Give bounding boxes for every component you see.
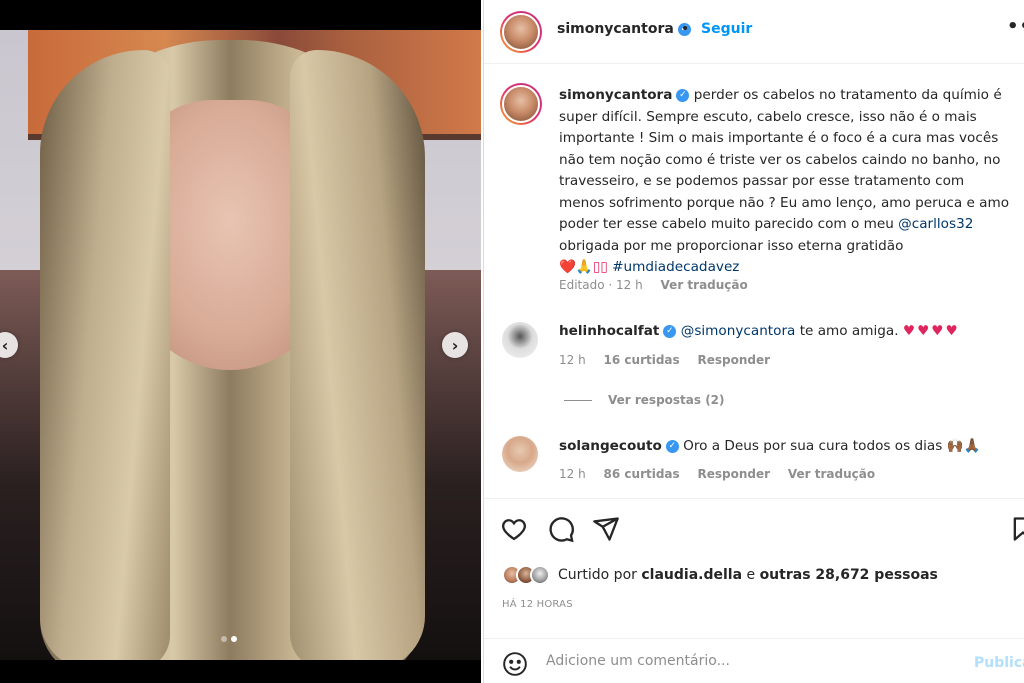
caption-time[interactable]: 12 h [616, 278, 643, 292]
liker-avatar[interactable] [530, 565, 550, 585]
post-actions: Curtido por claudia.della e outras 28,67… [484, 498, 1024, 618]
liked-by-prefix: Curtido por [558, 567, 637, 583]
media-top-bar [0, 0, 481, 30]
comment-text: solangecouto ✓ Oro a Deus por sua cura to… [559, 438, 999, 454]
caption-text: simonycantora ✓ perder os cabelos no trat… [559, 85, 1014, 279]
comment-username[interactable]: helinhocalfat [559, 323, 659, 339]
comment-mention[interactable]: @simonycantora [681, 323, 796, 339]
more-options-icon[interactable]: •• [1007, 16, 1024, 37]
verified-icon: ✓ [665, 439, 679, 453]
author-avatar[interactable] [500, 11, 542, 53]
carousel-dot [221, 636, 227, 642]
reply-button[interactable]: Responder [698, 467, 771, 481]
comment-likes[interactable]: 16 curtidas [604, 353, 680, 367]
comment-username[interactable]: solangecouto [559, 438, 662, 454]
caption-body-1: perder os cabelos no tratamento da quími… [559, 87, 1010, 232]
post-time-ago[interactable]: HÁ 12 HORAS [502, 599, 573, 610]
comment-body: Oro a Deus por sua cura todos os dias 🙌🏾… [683, 438, 981, 454]
view-replies-button[interactable]: Ver respostas (2) [564, 393, 725, 407]
liked-by-others[interactable]: outras 28,672 pessoas [760, 567, 938, 583]
verified-icon: ✓ [676, 88, 690, 102]
post-header: simonycantora✓ • Seguir •• [484, 0, 1024, 64]
comment-body: te amo amiga. [795, 323, 903, 339]
comment-hearts: ♥♥♥♥ [902, 323, 960, 339]
commenter-avatar[interactable] [502, 322, 538, 358]
share-icon[interactable] [592, 515, 620, 543]
comment-input[interactable] [546, 653, 946, 669]
carousel-dot-active [231, 636, 237, 642]
media-bottom-bar [0, 660, 481, 683]
caption-mention[interactable]: @carllos32 [898, 216, 973, 232]
caption-avatar[interactable] [500, 83, 542, 125]
liked-by-row: Curtido por claudia.della e outras 28,67… [502, 565, 938, 585]
post-photo [0, 30, 481, 660]
comments-section[interactable]: simonycantora ✓ perder os cabelos no trat… [484, 65, 1024, 497]
post-media: ‹ › [0, 0, 481, 683]
commenter-avatar[interactable] [502, 436, 538, 472]
caption-hashtag[interactable]: #umdiadecadavez [612, 259, 739, 275]
follow-button[interactable]: Seguir [701, 21, 752, 37]
reply-button[interactable]: Responder [698, 353, 771, 367]
carousel-next-button[interactable]: › [442, 332, 468, 358]
heart-icon[interactable] [500, 515, 528, 543]
liked-by-user[interactable]: claudia.della [641, 567, 742, 583]
add-comment-bar: Publica [484, 638, 1024, 683]
verified-icon: ✓ [663, 324, 677, 338]
comment-meta: 12 h 86 curtidas Responder Ver tradução [559, 467, 889, 481]
comment-text: helinhocalfat ✓ @simonycantora te amo ami… [559, 323, 999, 339]
caption-body-2: obrigada por me proporcionar isso eterna… [559, 237, 904, 254]
post-details-panel: simonycantora✓ • Seguir •• simonycantora… [483, 0, 1024, 683]
edited-label: Editado [559, 278, 605, 292]
caption-translate-button[interactable]: Ver tradução [661, 278, 748, 292]
caption-emojis: ❤️🙏▯▯ [559, 259, 608, 275]
comment-meta: 12 h 16 curtidas Responder [559, 353, 784, 367]
publish-button[interactable]: Publica [974, 655, 1024, 671]
liked-by-text: Curtido por claudia.della e outras 28,67… [558, 567, 938, 583]
emoji-picker-icon[interactable] [502, 651, 528, 677]
comment-time[interactable]: 12 h [559, 353, 586, 367]
author-username-text[interactable]: simonycantora [557, 21, 674, 37]
comment-translate-button[interactable]: Ver tradução [788, 467, 875, 481]
bookmark-icon[interactable] [1009, 515, 1024, 543]
hair-right [290, 50, 425, 660]
hair-left [40, 50, 170, 660]
comment-time[interactable]: 12 h [559, 467, 586, 481]
comment-icon[interactable] [547, 515, 575, 543]
author-username[interactable]: simonycantora ✓ [557, 21, 691, 37]
liked-by-conj: e [746, 567, 756, 583]
caption-username[interactable]: simonycantora [559, 87, 672, 103]
header-separator: • [681, 21, 690, 37]
carousel-dots [221, 636, 237, 642]
replies-line [564, 399, 592, 401]
view-replies-label[interactable]: Ver respostas (2) [608, 393, 725, 407]
comment-likes[interactable]: 86 curtidas [604, 467, 680, 481]
caption-meta: Editado · 12 h Ver tradução [559, 278, 748, 292]
